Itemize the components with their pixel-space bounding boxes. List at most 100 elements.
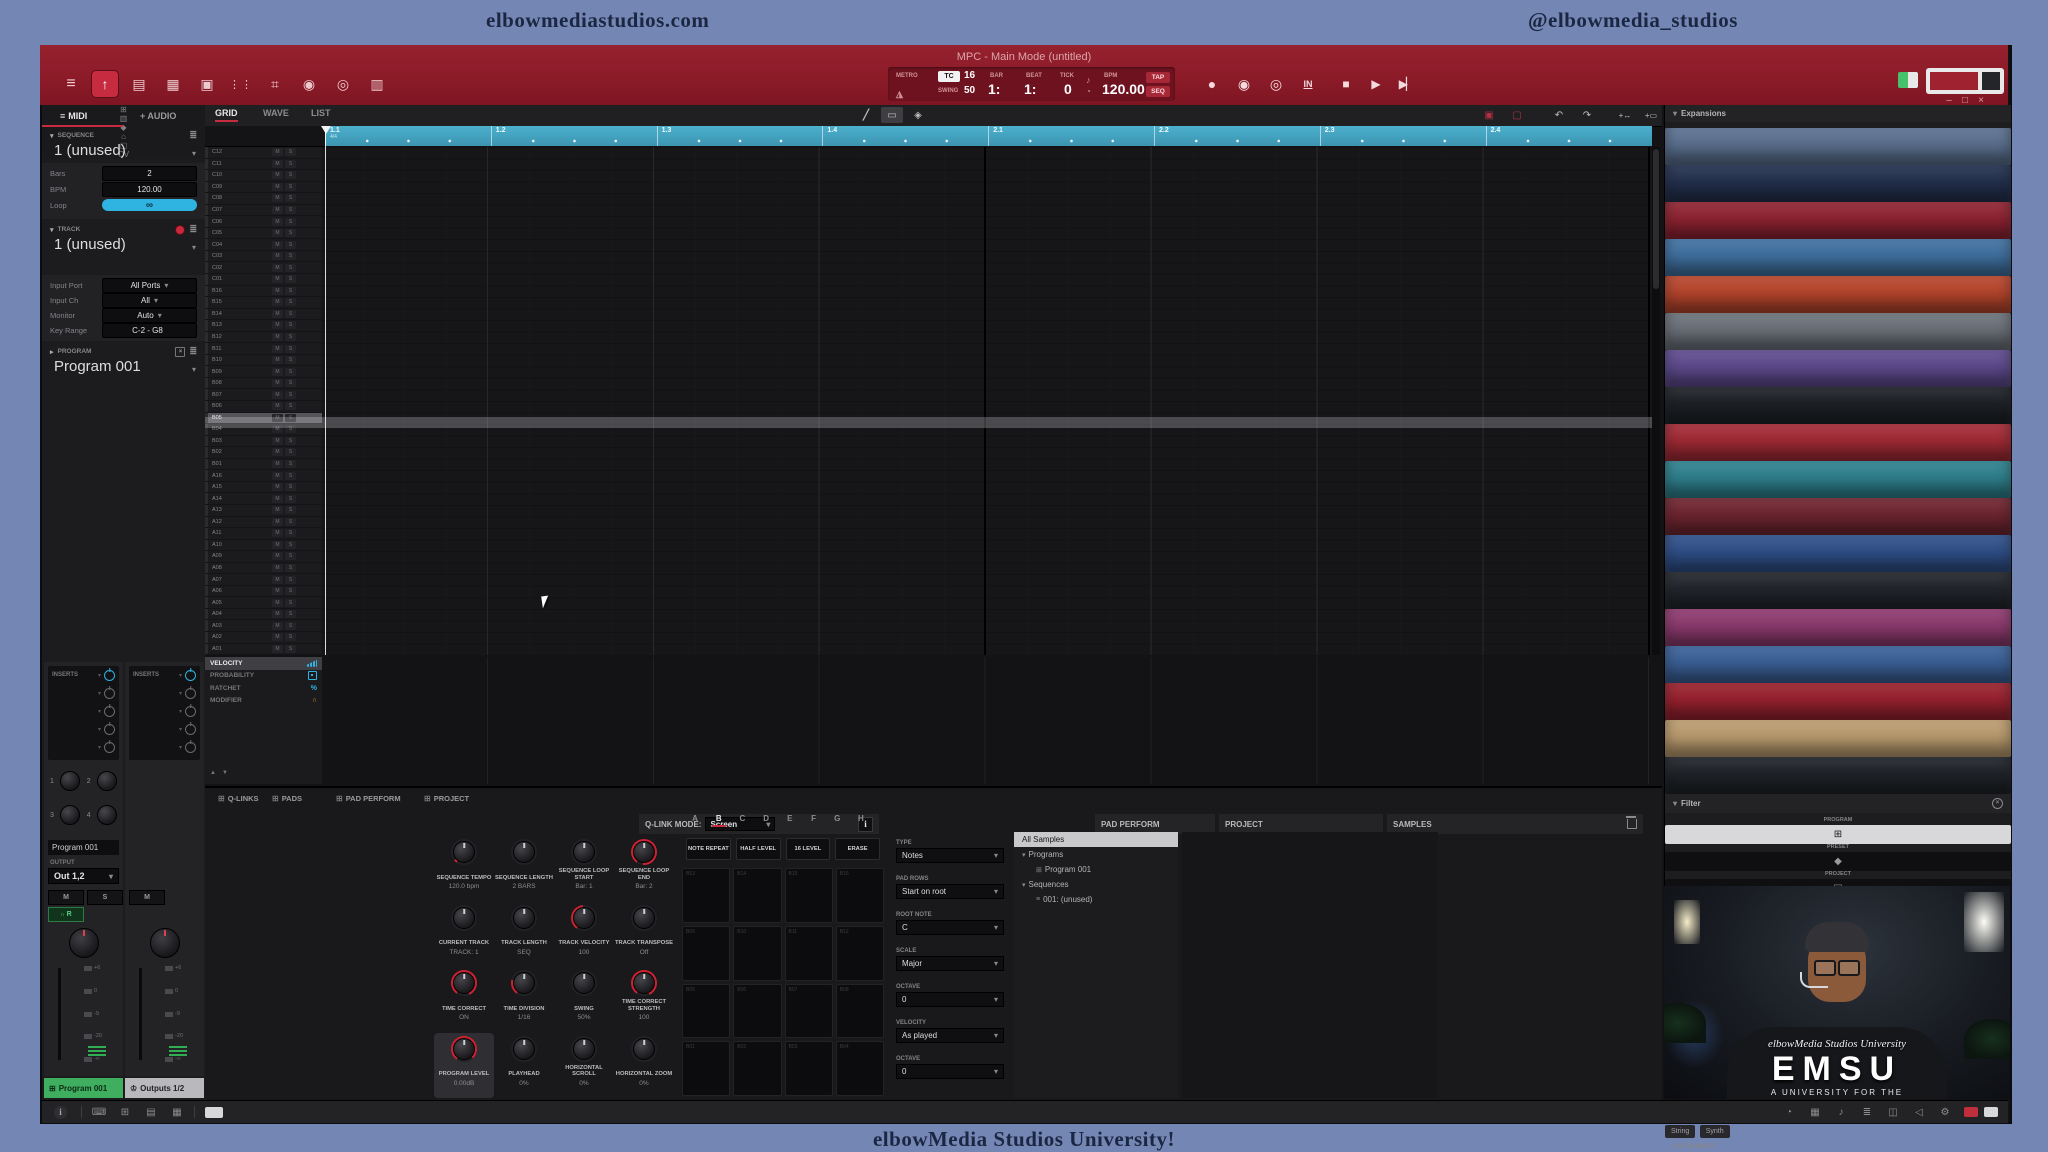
velocity-param-row[interactable]: VELOCITY — [205, 657, 322, 670]
row-solo-button[interactable]: S — [285, 206, 296, 214]
program-name[interactable]: Program 001 — [54, 358, 141, 375]
row-solo-button[interactable]: S — [285, 287, 296, 295]
tab-midi[interactable]: ≡MIDI — [60, 107, 87, 125]
qlink-knob-cell[interactable]: HORIZONTAL SCROLL 0% — [554, 1033, 614, 1099]
row-solo-button[interactable]: S — [285, 483, 296, 491]
sequence-name[interactable]: 1 (unused) — [54, 142, 126, 159]
row-mute-button[interactable]: M — [272, 472, 283, 480]
automation-button[interactable]: R — [48, 907, 84, 922]
row-mute-button[interactable]: M — [272, 368, 283, 376]
insert-power-icon[interactable] — [185, 724, 196, 735]
qlink-knob[interactable] — [633, 1038, 655, 1060]
pad-bank-tab[interactable]: E — [783, 814, 797, 827]
list-icon[interactable] — [189, 346, 197, 357]
editor-tab[interactable]: WAVE — [263, 108, 289, 118]
row-mute-button[interactable]: M — [272, 622, 283, 630]
row-mute-button[interactable]: M — [272, 194, 283, 202]
note-row-label[interactable]: A09 M S — [205, 551, 322, 563]
qlink-knob-cell[interactable]: TRACK VELOCITY 100 — [554, 902, 614, 968]
project-tree-item[interactable]: ≡ 001: (unused) — [1014, 892, 1178, 907]
row-mute-button[interactable]: M — [272, 287, 283, 295]
tab-pads[interactable]: PADS — [272, 794, 302, 803]
row-mute-button[interactable]: M — [272, 402, 283, 410]
note-row-label[interactable]: B02 M S — [205, 447, 322, 459]
tap-button[interactable]: TAP — [1146, 72, 1170, 83]
note-row-label[interactable]: B07 M S — [205, 389, 322, 401]
row-mute-button[interactable]: M — [272, 518, 283, 526]
row-mute-button[interactable]: M — [272, 264, 283, 272]
qlink-knob-cell[interactable]: SEQUENCE LENGTH 2 BARS — [494, 836, 554, 902]
row-solo-button[interactable]: S — [285, 218, 296, 226]
pad-mode-button[interactable]: 16 LEVEL — [786, 838, 831, 860]
row-solo-button[interactable]: S — [285, 183, 296, 191]
grid-vertical-scrollbar[interactable] — [1652, 147, 1660, 655]
qlink-knob-cell[interactable]: TIME CORRECT ON — [434, 967, 494, 1033]
filter-category-button[interactable]: PRESET — [1665, 844, 2011, 871]
loop-toggle[interactable] — [102, 199, 197, 211]
pad-perform-select[interactable]: Major▾ — [896, 956, 1004, 971]
output-select[interactable]: Out 1,2▾ — [48, 868, 119, 884]
note-row-label[interactable]: A08 M S — [205, 563, 322, 575]
play-button[interactable] — [1364, 73, 1388, 95]
expansion-thumbnail[interactable] — [1665, 609, 2011, 646]
note-row-label[interactable]: B14 M S — [205, 309, 322, 321]
expansions-header[interactable]: ▾ Expansions — [1665, 105, 2011, 122]
playhead-marker[interactable] — [321, 126, 331, 134]
list-icon[interactable] — [189, 130, 197, 141]
qlink-knob-cell[interactable]: PLAYHEAD 0% — [494, 1033, 554, 1099]
qlink-knob-cell[interactable]: HORIZONTAL ZOOM 0% — [614, 1033, 674, 1099]
note-row-label[interactable]: A02 M S — [205, 632, 322, 644]
row-solo-button[interactable]: S — [285, 229, 296, 237]
row-solo-button[interactable]: S — [285, 633, 296, 641]
note-row-label[interactable]: B08 M S — [205, 378, 322, 390]
note-row-label[interactable]: A14 M S — [205, 493, 322, 505]
send-knob[interactable] — [97, 771, 117, 791]
drum-pad[interactable]: B05 — [682, 984, 730, 1039]
tab-pad-perform[interactable]: PAD PERFORM — [336, 794, 401, 803]
pad-perform-select[interactable]: As played▾ — [896, 1028, 1004, 1043]
qlink-knob[interactable] — [573, 841, 595, 863]
filter-header[interactable]: ▾ Filter × — [1665, 794, 2011, 813]
zoom-horizontal-icon[interactable] — [1614, 107, 1636, 123]
note-row-label[interactable]: B03 M S — [205, 436, 322, 448]
display-icon[interactable] — [205, 1107, 223, 1118]
eraser-tool-icon[interactable] — [907, 107, 929, 123]
drum-pad[interactable]: B15 — [785, 868, 833, 923]
row-solo-button[interactable]: S — [285, 275, 296, 283]
track-field-select[interactable]: C-2 - G8 — [102, 323, 197, 338]
expansion-thumbnail[interactable] — [1665, 350, 2011, 387]
browser-icon[interactable] — [364, 71, 390, 97]
row-solo-button[interactable]: S — [285, 160, 296, 168]
row-mute-button[interactable]: M — [272, 599, 283, 607]
tab-qlinks[interactable]: Q-LINKS — [218, 794, 259, 803]
qlink-knob-cell[interactable]: TRACK LENGTH SEQ — [494, 902, 554, 968]
track-mixer-icon[interactable] — [262, 71, 288, 97]
track-name[interactable]: 1 (unused) — [54, 236, 126, 253]
note-row-label[interactable]: C08 M S — [205, 193, 322, 205]
note-row-label[interactable]: A11 M S — [205, 528, 322, 540]
timeline-ruler[interactable]: 1.14/41.21.31.42.12.22.32.4 — [325, 126, 1652, 146]
qlink-knob[interactable] — [513, 972, 535, 994]
track-header[interactable]: ▾ TRACK — [42, 223, 205, 236]
row-solo-button[interactable]: S — [285, 587, 296, 595]
qlink-knob-cell[interactable]: TRACK TRANSPOSE Off — [614, 902, 674, 968]
row-solo-button[interactable]: S — [285, 379, 296, 387]
row-mute-button[interactable]: M — [272, 587, 283, 595]
row-mute-button[interactable]: M — [272, 333, 283, 341]
track-field-select[interactable]: All Ports▾ — [102, 278, 197, 293]
row-solo-button[interactable]: S — [285, 552, 296, 560]
redo-icon[interactable] — [1576, 107, 1598, 123]
note-row-label[interactable]: B06 M S — [205, 401, 322, 413]
expansion-thumbnail[interactable] — [1665, 165, 2011, 202]
pad-bank-tab[interactable]: F — [807, 814, 821, 827]
row-solo-button[interactable]: S — [285, 194, 296, 202]
row-mute-button[interactable]: M — [272, 576, 283, 584]
beat-value[interactable]: 1: — [1024, 81, 1036, 97]
project-tree-selected-item[interactable]: All Samples — [1014, 832, 1178, 847]
row-solo-button[interactable]: S — [285, 576, 296, 584]
row-mute-button[interactable]: M — [272, 564, 283, 572]
velocity-lane[interactable] — [322, 657, 1652, 784]
qlink-knob[interactable] — [453, 972, 475, 994]
record-arm-icon[interactable] — [175, 225, 185, 235]
bpm-field[interactable]: 120.00 — [102, 182, 197, 197]
